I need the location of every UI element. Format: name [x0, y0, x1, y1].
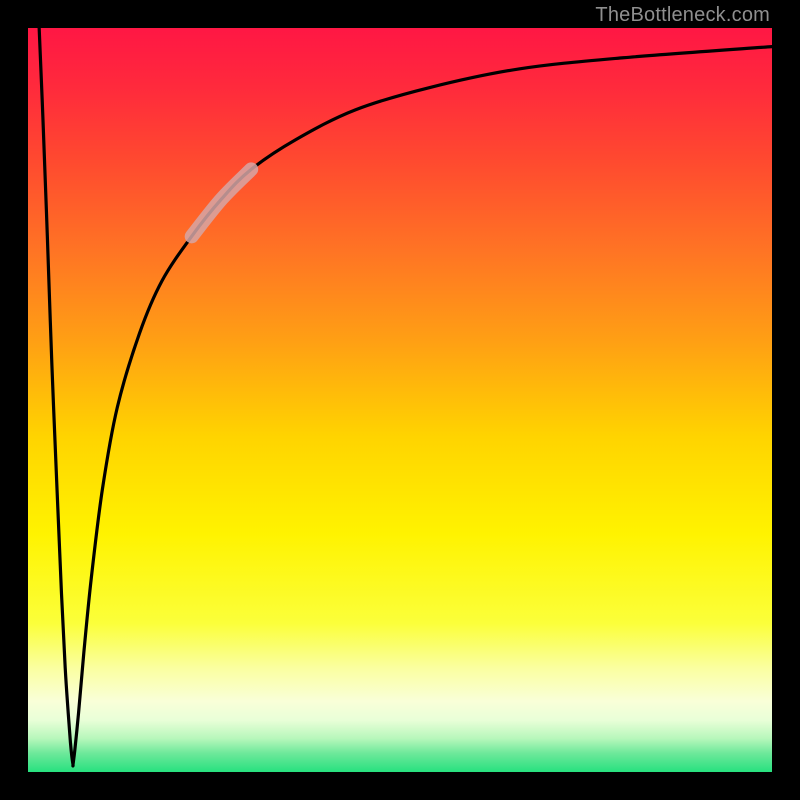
bottleneck-curve — [28, 28, 772, 772]
plot-area — [28, 28, 772, 772]
chart-frame: TheBottleneck.com — [0, 0, 800, 800]
watermark-text: TheBottleneck.com — [595, 4, 770, 27]
